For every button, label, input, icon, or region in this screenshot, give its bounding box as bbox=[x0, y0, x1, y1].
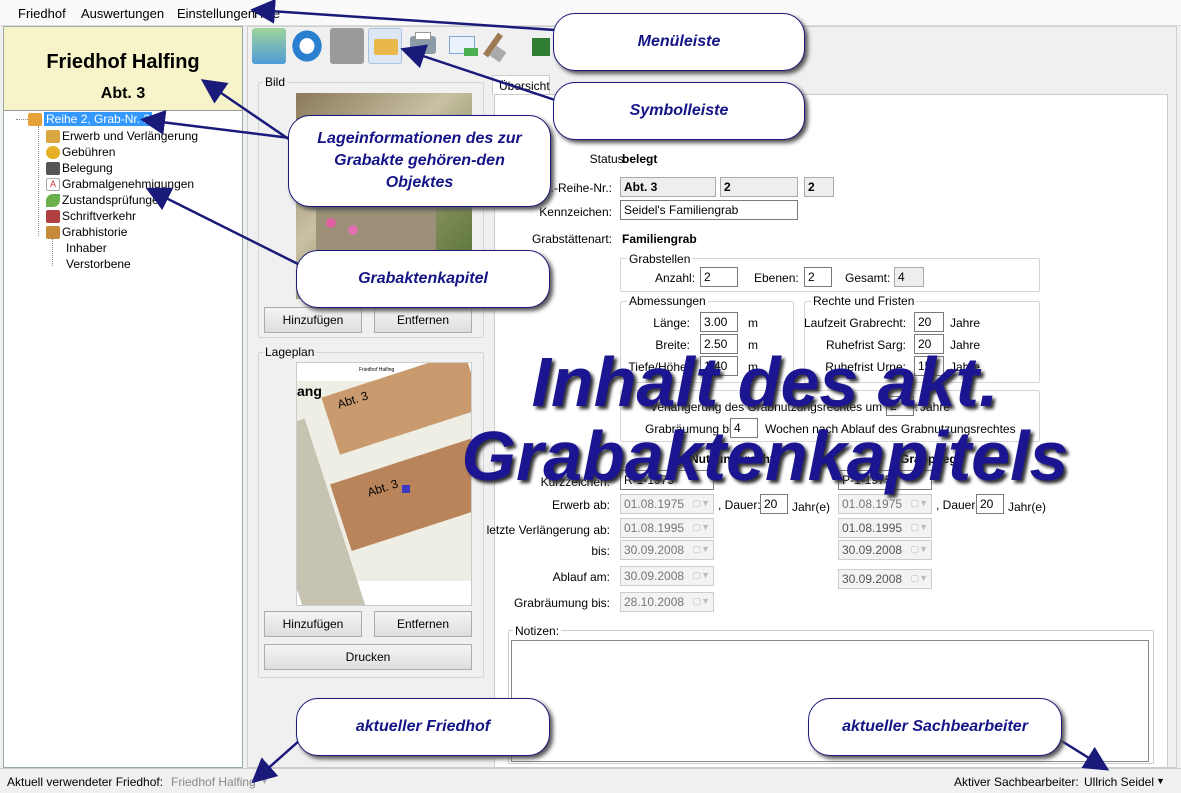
callout-kapitel: Grabaktenkapitel bbox=[296, 250, 550, 308]
annotation-big-text: Inhalt des akt. Grabaktenkapitels bbox=[461, 343, 1069, 495]
callout-bearbeiter: aktueller Sachbearbeiter bbox=[808, 698, 1062, 756]
callout-menuleiste: Menüleiste bbox=[553, 13, 805, 71]
callout-lage: Lageinformationen des zur Grabakte gehör… bbox=[288, 115, 551, 207]
callout-symbolleiste: Symbolleiste bbox=[553, 82, 805, 140]
callout-friedhof: aktueller Friedhof bbox=[296, 698, 550, 756]
